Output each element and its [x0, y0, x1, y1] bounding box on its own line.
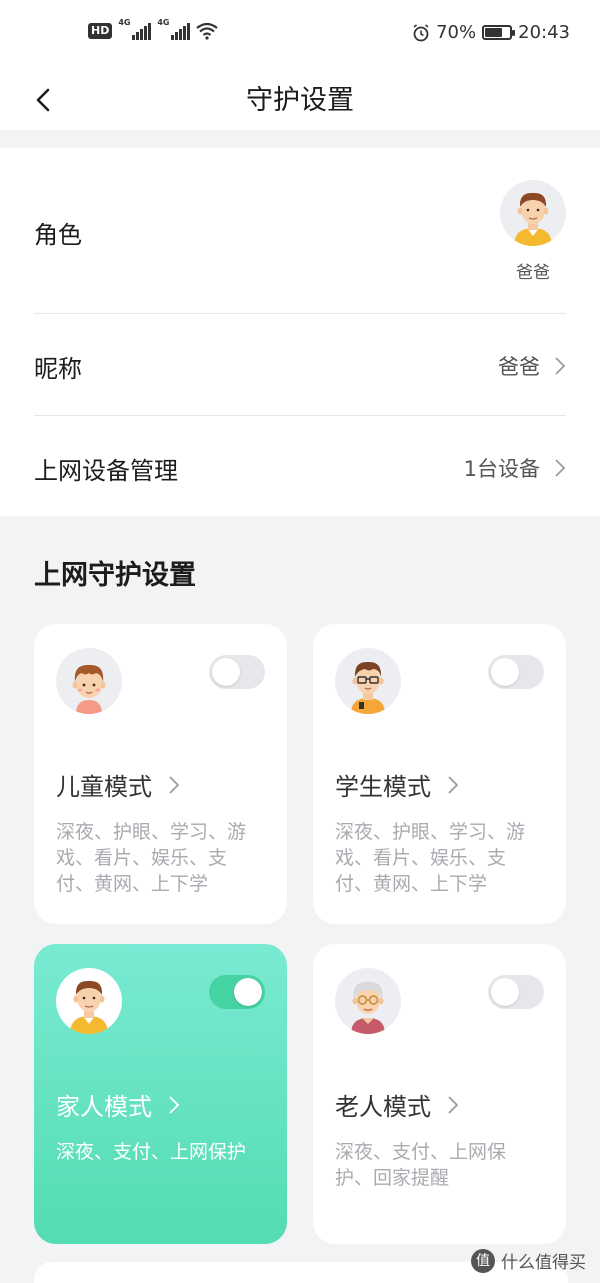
battery-percent: 70% — [436, 22, 477, 43]
divider — [34, 313, 566, 314]
dad-avatar — [500, 180, 566, 246]
elderly-mode-title: 老人模式 — [335, 1093, 431, 1121]
mode-card-child[interactable]: 儿童模式 深夜、护眼、学习、游戏、看片、娱乐、支付、黄网、上下学 — [34, 624, 287, 924]
status-right: 70% 20:43 — [412, 22, 570, 43]
chevron-right-icon — [555, 357, 566, 375]
watermark: 值 什么值得买 — [471, 1248, 586, 1273]
battery-fill — [485, 28, 503, 37]
chevron-right-icon — [448, 1095, 459, 1114]
wifi-icon — [196, 22, 219, 40]
nickname-value: 爸爸 — [498, 355, 540, 379]
elderly-avatar-icon — [351, 981, 385, 1034]
dad-avatar-icon — [514, 192, 552, 246]
toggle-knob — [212, 658, 240, 686]
role-row: 角色 — [34, 214, 566, 250]
toggle-knob — [234, 978, 262, 1006]
child-mode-title: 儿童模式 — [56, 773, 152, 801]
family-mode-toggle[interactable] — [209, 975, 265, 1009]
toggle-knob — [491, 978, 519, 1006]
status-left: HD 4G 4G — [88, 18, 219, 40]
devices-value: 1台设备 — [463, 457, 540, 481]
nickname-row[interactable]: 昵称 爸爸 — [34, 348, 566, 384]
chevron-right-icon — [448, 775, 459, 794]
family-mode-desc: 深夜、支付、上网保护 — [56, 1141, 247, 1163]
elderly-mode-desc: 深夜、支付、上网保护、回家提醒 — [335, 1141, 507, 1189]
watermark-logo: 值 — [471, 1248, 495, 1273]
role-label: 角色 — [34, 220, 82, 249]
card-title-wrap: 家人模式 — [56, 1087, 180, 1122]
chevron-right-icon — [169, 775, 180, 794]
nickname-value-wrap: 爸爸 — [498, 351, 566, 381]
watermark-text: 什么值得买 — [501, 1253, 586, 1273]
elderly-mode-toggle[interactable] — [488, 975, 544, 1009]
nickname-label: 昵称 — [34, 354, 82, 383]
role-avatar-button[interactable]: 爸爸 — [500, 180, 566, 283]
hd-icon: HD — [88, 23, 113, 39]
student-mode-title: 学生模式 — [335, 773, 431, 801]
profile-card: 角色 爸爸 昵称 爸爸 上网设备管理 1台设备 — [0, 148, 600, 516]
nav-bar: 守护设置 — [0, 66, 600, 130]
student-mode-desc: 深夜、护眼、学习、游戏、看片、娱乐、支付、黄网、上下学 — [335, 821, 526, 895]
family-mode-title: 家人模式 — [56, 1093, 152, 1121]
devices-label: 上网设备管理 — [34, 456, 178, 485]
alarm-icon — [413, 23, 429, 41]
chevron-right-icon — [169, 1095, 180, 1114]
page-title: 守护设置 — [246, 85, 354, 116]
chevron-right-icon — [555, 459, 566, 477]
divider — [34, 415, 566, 416]
child-mode-desc: 深夜、护眼、学习、游戏、看片、娱乐、支付、黄网、上下学 — [56, 821, 247, 895]
card-title-wrap: 儿童模式 — [56, 767, 180, 802]
child-avatar — [56, 648, 122, 714]
mode-card-elderly[interactable]: 老人模式 深夜、支付、上网保护、回家提醒 — [313, 944, 566, 1244]
devices-row[interactable]: 上网设备管理 1台设备 — [34, 450, 566, 486]
card-title-wrap: 学生模式 — [335, 767, 459, 802]
devices-value-wrap: 1台设备 — [464, 453, 566, 483]
clock: 20:43 — [518, 22, 570, 43]
section-title: 上网守护设置 — [34, 560, 196, 591]
family-avatar — [56, 968, 122, 1034]
signal-icon: 4G — [118, 18, 152, 40]
role-name: 爸爸 — [516, 263, 550, 283]
signal-icon-2: 4G — [157, 18, 191, 40]
mode-card-student[interactable]: 学生模式 深夜、护眼、学习、游戏、看片、娱乐、支付、黄网、上下学 — [313, 624, 566, 924]
elderly-avatar — [335, 968, 401, 1034]
child-avatar-icon — [72, 664, 106, 714]
student-avatar — [335, 648, 401, 714]
toggle-knob — [491, 658, 519, 686]
child-mode-toggle[interactable] — [209, 655, 265, 689]
mode-card-family[interactable]: 家人模式 深夜、支付、上网保护 — [34, 944, 287, 1244]
family-avatar-icon — [70, 980, 108, 1034]
battery-icon — [482, 25, 516, 40]
card-title-wrap: 老人模式 — [335, 1087, 459, 1122]
student-avatar-icon — [351, 661, 385, 714]
student-mode-toggle[interactable] — [488, 655, 544, 689]
status-bar: HD 4G 4G 70% 20:43 — [0, 0, 600, 66]
